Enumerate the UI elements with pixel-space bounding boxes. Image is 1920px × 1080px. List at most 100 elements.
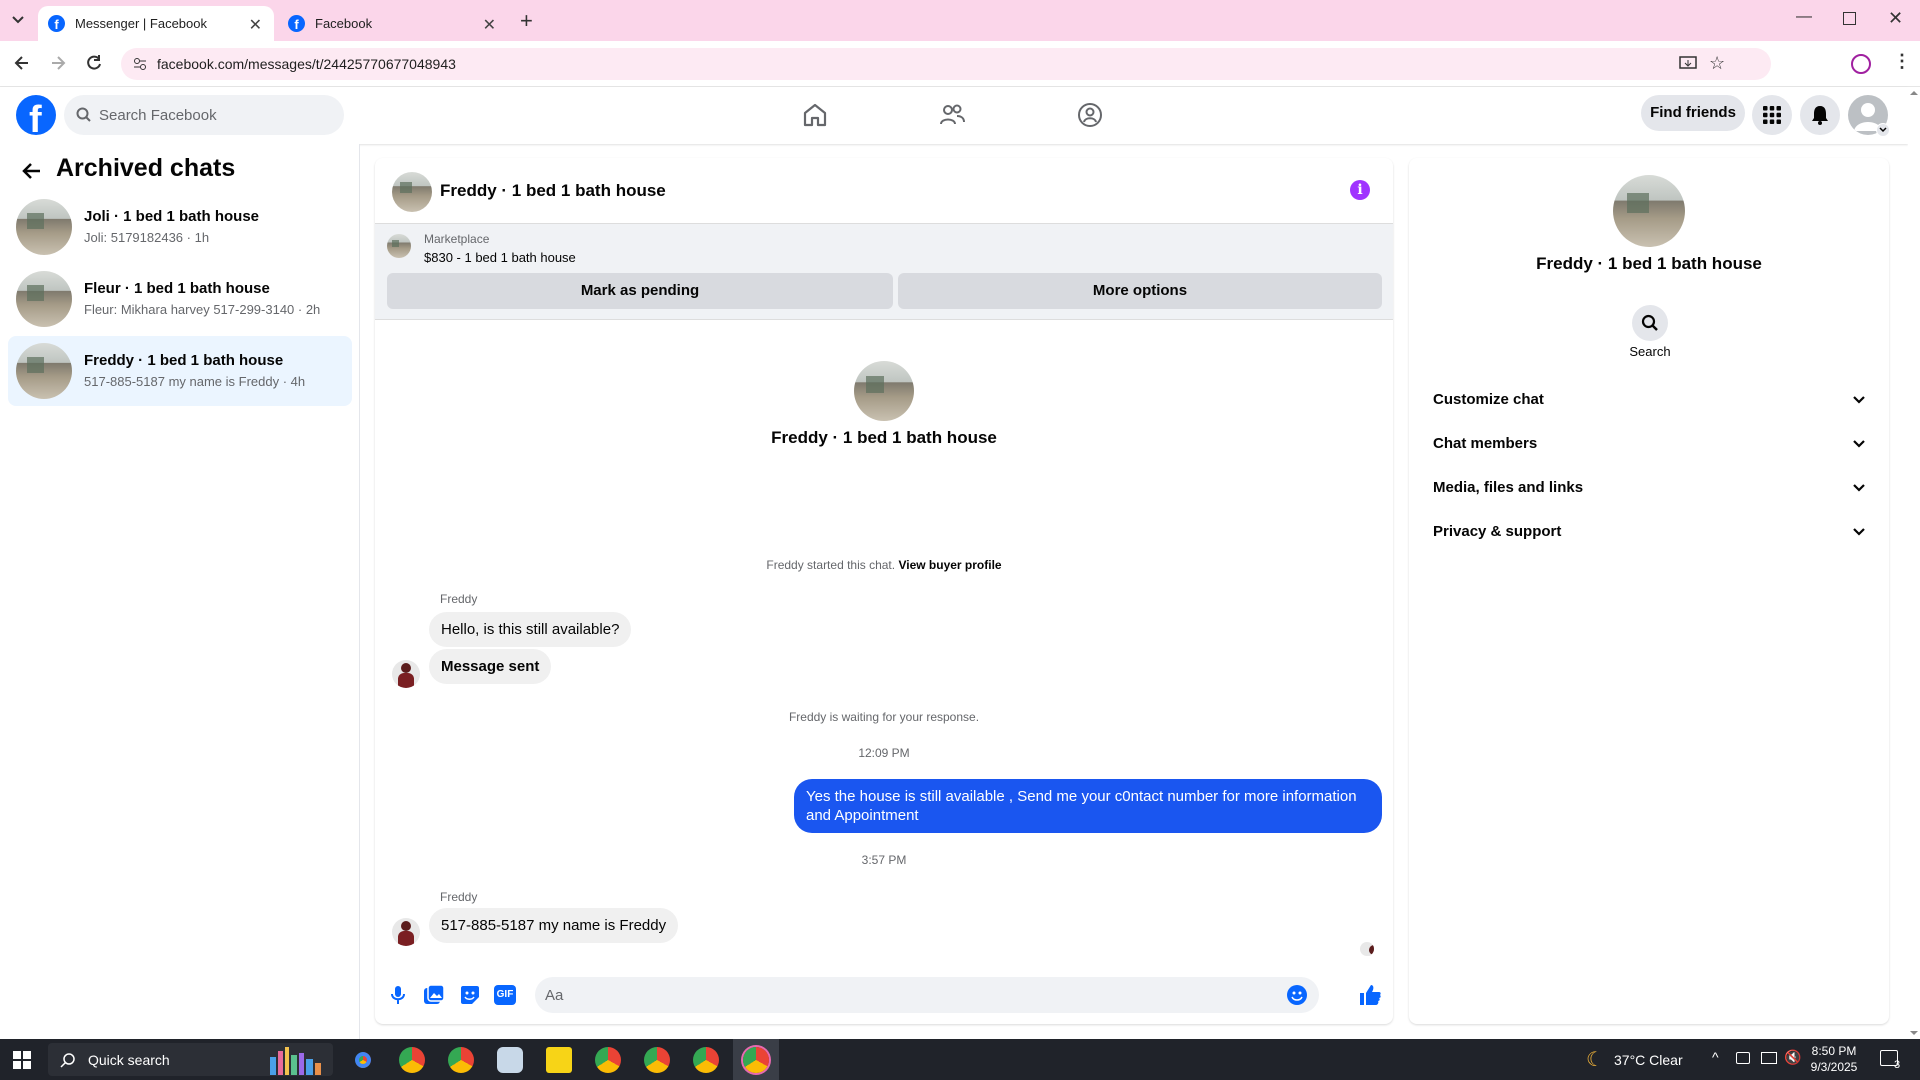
listing-thumbnail: [387, 234, 411, 258]
search-facebook-input[interactable]: Search Facebook: [64, 95, 344, 135]
chat-members-section[interactable]: Chat members: [1425, 424, 1873, 464]
chat-avatar[interactable]: [392, 172, 432, 212]
message-text-field[interactable]: [545, 977, 1265, 1013]
mark-as-pending-button[interactable]: Mark as pending: [387, 273, 893, 309]
home-icon[interactable]: [801, 101, 829, 129]
chrome-app-icon[interactable]: [448, 1047, 474, 1073]
sender-avatar[interactable]: [392, 660, 420, 688]
groups-icon[interactable]: [1076, 101, 1104, 129]
chat-preview: Joli: 5179182436 · 1h: [84, 230, 210, 245]
chat-name: Freddy · 1 bed 1 bath house: [84, 352, 284, 369]
restore-icon[interactable]: [1843, 12, 1856, 25]
close-tab-icon[interactable]: ✕: [483, 15, 496, 35]
new-tab-icon[interactable]: +: [520, 8, 533, 34]
windows-start-icon[interactable]: [13, 1051, 31, 1069]
chrome-app-icon[interactable]: [743, 1047, 769, 1073]
chat-list-item[interactable]: Joli · 1 bed 1 bath house Joli: 51791824…: [8, 192, 352, 262]
search-in-chat-button[interactable]: [1632, 305, 1668, 341]
sticky-notes-icon[interactable]: [546, 1047, 572, 1073]
customize-chat-section[interactable]: Customize chat: [1425, 380, 1873, 420]
tray-chevron-icon[interactable]: ^: [1712, 1049, 1719, 1065]
chrome-app-icon[interactable]: [399, 1047, 425, 1073]
view-buyer-profile-link[interactable]: View buyer profile: [898, 558, 1001, 572]
archived-chats-panel: Archived chats Joli · 1 bed 1 bath house…: [0, 144, 360, 1039]
gif-icon[interactable]: GIF: [494, 985, 516, 1005]
menu-grid-icon[interactable]: [1752, 95, 1792, 135]
display-icon[interactable]: [1736, 1052, 1750, 1064]
windows-taskbar: Quick search ☾ 37°C Clear ^ 🔇 8:50 PM 9/…: [0, 1039, 1920, 1080]
details-avatar[interactable]: [1613, 175, 1685, 247]
chrome-app-icon[interactable]: [693, 1047, 719, 1073]
media-files-links-section[interactable]: Media, files and links: [1425, 468, 1873, 508]
chat-name: Fleur · 1 bed 1 bath house: [84, 280, 270, 297]
browser-tab-bar: f Messenger | Facebook ✕ f Facebook ✕ + …: [0, 0, 1920, 41]
attach-photo-icon[interactable]: [423, 984, 445, 1006]
close-window-icon[interactable]: ✕: [1888, 8, 1903, 29]
timestamp: 12:09 PM: [858, 746, 910, 760]
city-skyline-icon: [262, 1045, 328, 1075]
incoming-message[interactable]: Message sent: [429, 649, 552, 684]
incoming-message[interactable]: 517-885-5187 my name is Freddy: [429, 908, 679, 943]
facebook-logo-icon[interactable]: f: [16, 95, 56, 135]
marketplace-label: Marketplace: [424, 232, 490, 246]
chat-header: Freddy · 1 bed 1 bath house i: [375, 158, 1393, 224]
chat-list-item-selected[interactable]: Freddy · 1 bed 1 bath house 517-885-5187…: [8, 336, 352, 406]
timestamp: 3:57 PM: [861, 853, 907, 867]
profile-icon[interactable]: [1851, 54, 1871, 74]
listing-avatar: [16, 271, 72, 327]
microphone-icon[interactable]: [388, 984, 408, 1006]
chrome-app-icon[interactable]: [595, 1047, 621, 1073]
url-omnibox[interactable]: facebook.com/messages/t/2442577067704894…: [121, 48, 1771, 80]
quick-search-box[interactable]: Quick search: [48, 1043, 333, 1076]
chrome-app-icon[interactable]: [350, 1047, 376, 1073]
privacy-support-section[interactable]: Privacy & support: [1425, 512, 1873, 552]
intro-avatar: [854, 361, 914, 421]
search-icon: [60, 1052, 76, 1068]
browser-menu-icon[interactable]: ⋮: [1893, 51, 1911, 72]
sender-name: Freddy: [440, 592, 478, 606]
more-options-button[interactable]: More options: [898, 273, 1382, 309]
search-label: Search: [1629, 344, 1671, 359]
network-icon[interactable]: [1761, 1052, 1777, 1064]
chat-details-panel: Freddy · 1 bed 1 bath house Search Custo…: [1409, 158, 1889, 1024]
notifications-bell-icon[interactable]: [1800, 95, 1840, 135]
friends-icon[interactable]: [938, 101, 966, 129]
tab-facebook[interactable]: f Facebook ✕: [278, 6, 508, 41]
back-icon[interactable]: [12, 53, 32, 73]
page-scrollbar[interactable]: [1908, 87, 1920, 1039]
reload-icon[interactable]: [84, 53, 104, 73]
marketplace-item[interactable]: $830 - 1 bed 1 bath house: [424, 250, 576, 265]
details-name: Freddy · 1 bed 1 bath house: [1536, 254, 1762, 273]
seen-indicator-avatar: [1360, 942, 1374, 956]
account-chevron-icon[interactable]: [1876, 123, 1890, 137]
chat-title[interactable]: Freddy · 1 bed 1 bath house: [440, 181, 666, 201]
bookmark-star-icon[interactable]: ☆: [1709, 53, 1725, 74]
thumbs-up-icon[interactable]: [1358, 983, 1382, 1007]
back-arrow-icon[interactable]: [20, 160, 42, 182]
minimize-icon[interactable]: —: [1796, 8, 1812, 26]
outgoing-message[interactable]: Yes the house is still available , Send …: [794, 779, 1382, 833]
address-bar: facebook.com/messages/t/2442577067704894…: [0, 41, 1920, 87]
app-icon[interactable]: [497, 1047, 523, 1073]
info-icon[interactable]: i: [1350, 180, 1370, 200]
chrome-app-icon[interactable]: [644, 1047, 670, 1073]
clock[interactable]: 8:50 PM 9/3/2025: [1800, 1043, 1868, 1075]
close-tab-icon[interactable]: ✕: [249, 15, 262, 35]
tab-messenger[interactable]: f Messenger | Facebook ✕: [38, 6, 274, 41]
message-input[interactable]: [535, 977, 1319, 1013]
tab-search-chevron-icon[interactable]: [8, 12, 28, 28]
chat-list-item[interactable]: Fleur · 1 bed 1 bath house Fleur: Mikhar…: [8, 264, 352, 334]
sticker-icon[interactable]: [459, 984, 481, 1006]
install-app-icon[interactable]: [1679, 56, 1697, 72]
weather-text[interactable]: 37°C Clear: [1614, 1052, 1683, 1068]
forward-icon[interactable]: [48, 53, 68, 73]
find-friends-button[interactable]: Find friends: [1641, 95, 1745, 131]
emoji-icon[interactable]: [1287, 985, 1307, 1005]
incoming-message[interactable]: Hello, is this still available?: [429, 612, 632, 647]
sender-avatar[interactable]: [392, 918, 420, 946]
speaker-muted-icon[interactable]: 🔇: [1784, 1049, 1801, 1066]
facebook-favicon-icon: f: [48, 15, 65, 32]
site-info-icon[interactable]: [133, 57, 147, 71]
listing-avatar: [16, 199, 72, 255]
url-text: facebook.com/messages/t/2442577067704894…: [157, 56, 456, 72]
